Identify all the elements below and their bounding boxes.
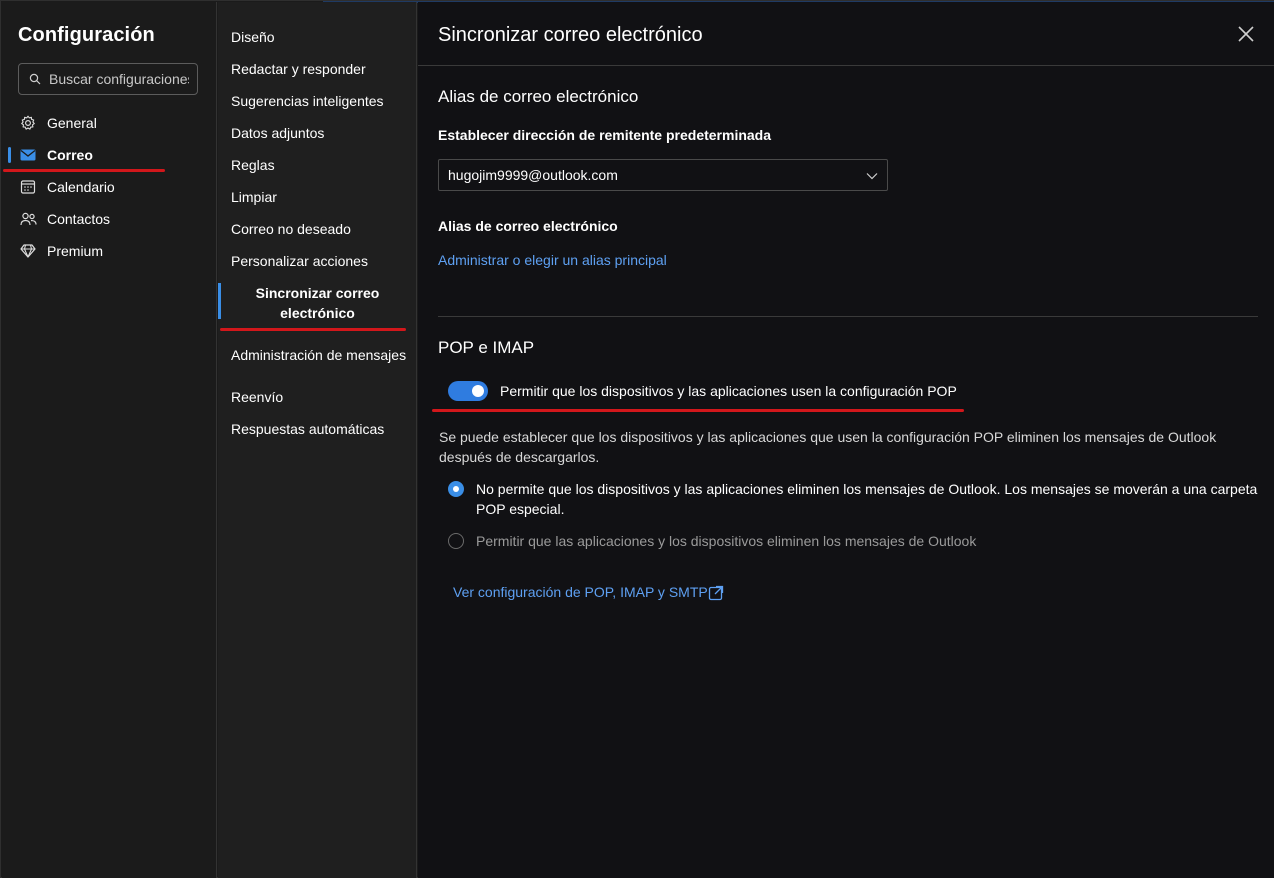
submenu-item-auto-replies[interactable]: Respuestas automáticas: [218, 419, 417, 439]
calendar-icon: [19, 178, 37, 196]
page-title: Sincronizar correo electrónico: [438, 24, 703, 46]
annotation-underline: [3, 169, 165, 172]
search-icon: [29, 73, 41, 85]
sidebar-item-premium[interactable]: Premium: [2, 236, 217, 266]
submenu-item-message-handling[interactable]: Administración de mensajes: [218, 345, 417, 365]
toggle-knob: [472, 385, 484, 397]
settings-content-pane: Sincronizar correo electrónico Alias de …: [418, 2, 1274, 878]
manage-alias-link[interactable]: Administrar o elegir un alias principal: [438, 252, 667, 268]
default-sender-label: Establecer dirección de remitente predet…: [438, 127, 772, 143]
search-box[interactable]: [18, 63, 198, 95]
submenu-item-sync-email[interactable]: Sincronizar correo electrónico: [218, 283, 417, 323]
mail-icon: [19, 146, 37, 164]
submenu-item-customize-actions[interactable]: Personalizar acciones: [218, 251, 417, 271]
sidebar-item-contacts[interactable]: Contactos: [2, 204, 217, 234]
settings-title: Configuración: [18, 24, 155, 46]
sidebar-item-label: Premium: [47, 243, 104, 259]
submenu-item-label: Sincronizar correo: [255, 285, 380, 301]
sidebar-item-calendar[interactable]: Calendario: [2, 172, 217, 202]
radio-label-line: POP especial.: [476, 501, 565, 517]
default-sender-dropdown[interactable]: hugojim9999@outlook.com: [438, 159, 888, 191]
mail-settings-submenu: Diseño Redactar y responder Sugerencias …: [218, 2, 417, 878]
submenu-item-attachments[interactable]: Datos adjuntos: [218, 123, 417, 143]
pop-description: Se puede establecer que los dispositivos…: [439, 429, 1217, 465]
section-title-pop-imap: POP e IMAP: [438, 338, 535, 357]
default-sender-value: hugojim9999@outlook.com: [448, 167, 618, 183]
sidebar-item-label: General: [47, 115, 97, 131]
section-divider: [438, 316, 1258, 317]
submenu-item-label: electrónico: [280, 305, 355, 321]
pop-imap-smtp-settings-link[interactable]: Ver configuración de POP, IMAP y SMTP: [453, 584, 708, 600]
settings-window: Configuración General Correo Calendario: [0, 0, 1274, 878]
submenu-item-compose[interactable]: Redactar y responder: [218, 59, 417, 79]
gear-icon: [19, 114, 37, 132]
radio-allow-delete-label: Permitir que las aplicaciones y los disp…: [476, 533, 977, 549]
radio-allow-delete[interactable]: [448, 533, 464, 549]
close-icon[interactable]: [1236, 24, 1256, 44]
alias-label: Alias de correo electrónico: [438, 218, 618, 234]
annotation-underline: [220, 328, 406, 331]
diamond-icon: [19, 242, 37, 260]
radio-prevent-delete-label: No permite que los dispositivos y las ap…: [476, 479, 1266, 519]
submenu-item-rules[interactable]: Reglas: [218, 155, 417, 175]
radio-label-line: No permite que los dispositivos y las ap…: [476, 481, 1258, 497]
radio-prevent-delete[interactable]: [448, 481, 464, 497]
chevron-down-icon: [866, 173, 878, 180]
sidebar-item-label: Correo: [47, 147, 93, 163]
section-title-alias: Alias de correo electrónico: [438, 87, 639, 106]
sidebar-item-label: Calendario: [47, 179, 115, 195]
search-input[interactable]: [49, 71, 189, 87]
settings-sidebar: Configuración General Correo Calendario: [2, 2, 217, 878]
submenu-item-forwarding[interactable]: Reenvío: [218, 387, 417, 407]
submenu-item-junk[interactable]: Correo no deseado: [218, 219, 417, 239]
pop-toggle[interactable]: [448, 381, 488, 401]
pop-toggle-label: Permitir que los dispositivos y las apli…: [500, 383, 957, 399]
people-icon: [19, 210, 37, 228]
submenu-item-smart-suggestions[interactable]: Sugerencias inteligentes: [218, 91, 417, 111]
submenu-item-layout[interactable]: Diseño: [218, 27, 417, 47]
submenu-item-sweep[interactable]: Limpiar: [218, 187, 417, 207]
header-divider: [418, 65, 1274, 66]
open-external-icon[interactable]: [708, 585, 724, 601]
sidebar-item-label: Contactos: [47, 211, 111, 227]
sidebar-item-general[interactable]: General: [2, 108, 217, 138]
annotation-underline: [432, 409, 964, 412]
sidebar-item-mail[interactable]: Correo: [2, 140, 217, 170]
